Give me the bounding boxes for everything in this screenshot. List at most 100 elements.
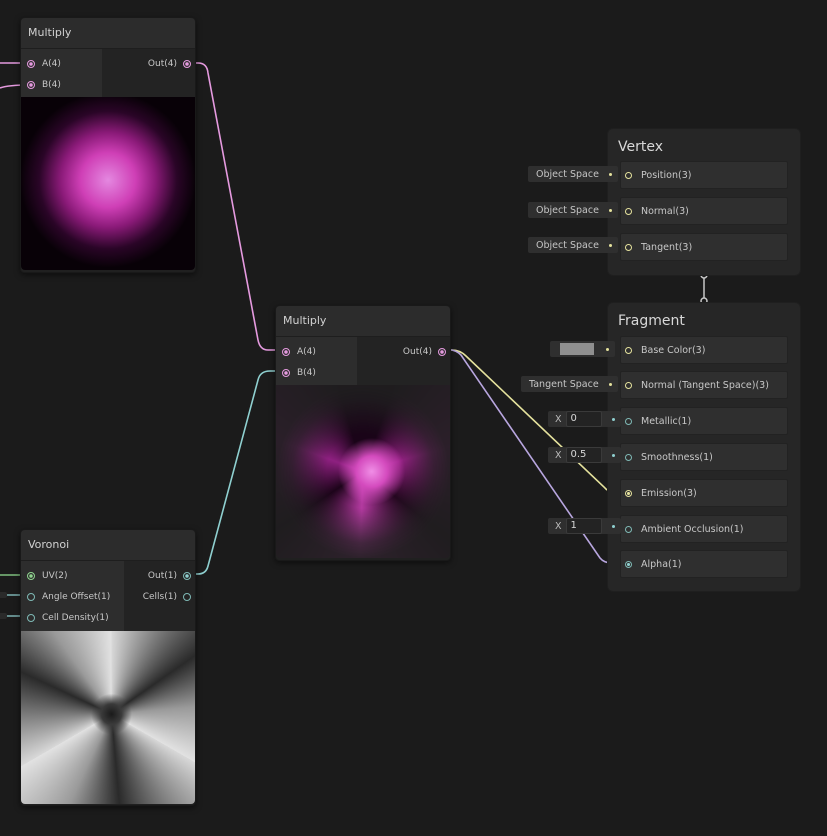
slot-label: Smoothness(1) (641, 451, 713, 463)
normal-space-input[interactable]: Object Space (528, 202, 618, 218)
space-dropdown-label[interactable]: Object Space (528, 169, 605, 180)
port-label: A(4) (297, 346, 316, 357)
pin-icon (608, 172, 612, 176)
slot-tangent[interactable]: Tangent(3) (620, 233, 788, 261)
ambient-occlusion-input[interactable]: X1 (548, 518, 621, 534)
multiply-node-center[interactable]: Multiply A(4) B(4) Out(4) (275, 305, 451, 561)
voronoi-angle-offset-inline-input[interactable] (0, 592, 7, 598)
slot-base-color[interactable]: Base Color(3) (620, 336, 788, 364)
port-dot-icon[interactable] (183, 571, 191, 580)
port-dot-icon[interactable] (27, 80, 35, 89)
slot-label: Position(3) (641, 169, 692, 181)
port-dot-icon[interactable] (27, 59, 35, 68)
normal-tangent-space-input[interactable]: Tangent Space (521, 376, 618, 392)
ambient-occlusion-value-field[interactable]: 1 (565, 518, 602, 534)
voronoi-cell-density-inline-input[interactable] (0, 613, 7, 619)
port-label: UV(2) (42, 570, 68, 581)
port-dot-icon[interactable] (625, 346, 632, 354)
voronoi-node[interactable]: Voronoi UV(2) Angle Offset(1) Cell Densi… (20, 529, 196, 806)
port-dot-icon[interactable] (625, 381, 632, 389)
node-title[interactable]: Multiply (276, 306, 450, 337)
pin-icon (611, 524, 615, 528)
input-port-b[interactable]: B(4) (276, 362, 357, 383)
axis-label: X (555, 413, 562, 425)
pin-icon (611, 453, 615, 457)
pin-icon (608, 208, 612, 212)
port-label: Out(1) (147, 570, 177, 581)
output-port-cells[interactable]: Cells(1) (124, 586, 195, 607)
tangent-space-input[interactable]: Object Space (528, 237, 618, 253)
pin-icon (608, 243, 612, 247)
port-dot-icon[interactable] (183, 592, 191, 601)
port-label: Cell Density(1) (42, 612, 109, 623)
output-port-out[interactable]: Out(4) (357, 341, 450, 362)
port-dot-icon[interactable] (625, 207, 632, 215)
port-dot-icon[interactable] (183, 59, 191, 68)
pin-icon (611, 417, 615, 421)
multiply-node-top[interactable]: Multiply A(4) B(4) Out(4) (20, 17, 196, 273)
slot-label: Emission(3) (641, 487, 697, 499)
slot-smoothness[interactable]: Smoothness(1) (620, 443, 788, 471)
smoothness-input[interactable]: X 0.5 (548, 447, 621, 463)
port-dot-icon[interactable] (282, 347, 290, 356)
input-port-angle-offset[interactable]: Angle Offset(1) (21, 586, 124, 607)
input-port-a[interactable]: A(4) (21, 53, 102, 74)
slot-label: Base Color(3) (641, 344, 706, 356)
port-label: A(4) (42, 58, 61, 69)
base-color-input[interactable] (550, 341, 615, 357)
output-port-out[interactable]: Out(4) (102, 53, 195, 74)
pin-icon (608, 382, 612, 386)
space-dropdown-label[interactable]: Object Space (528, 205, 605, 216)
slot-ambient-occlusion[interactable]: Ambient Occlusion(1) (620, 515, 788, 543)
port-dot-icon[interactable] (27, 592, 35, 601)
context-title: Vertex (618, 139, 664, 155)
slot-label: Normal(3) (641, 205, 689, 217)
context-title: Fragment (618, 313, 685, 329)
slot-normal-tangent-space[interactable]: Normal (Tangent Space)(3) (620, 371, 788, 399)
port-dot-icon[interactable] (625, 489, 632, 497)
slot-label: Normal (Tangent Space)(3) (641, 379, 769, 391)
slot-emission[interactable]: Emission(3) (620, 479, 788, 507)
slot-metallic[interactable]: Metallic(1) (620, 407, 788, 435)
input-port-a[interactable]: A(4) (276, 341, 357, 362)
position-space-input[interactable]: Object Space (528, 166, 618, 182)
node-title[interactable]: Voronoi (21, 530, 195, 561)
port-dot-icon[interactable] (27, 571, 35, 580)
fragment-context[interactable]: Fragment Base Color(3) Normal (Tangent S… (607, 302, 801, 592)
input-port-cell-density[interactable]: Cell Density(1) (21, 607, 124, 628)
smoothness-value-field[interactable]: 0.5 (565, 447, 602, 463)
port-dot-icon[interactable] (625, 417, 632, 425)
node-title[interactable]: Multiply (21, 18, 195, 49)
color-swatch[interactable] (560, 343, 594, 355)
space-dropdown-label[interactable]: Tangent Space (521, 379, 605, 390)
metallic-value-field[interactable]: 0 (565, 411, 602, 427)
port-dot-icon[interactable] (625, 243, 632, 251)
node-preview (21, 631, 195, 804)
input-port-b[interactable]: B(4) (21, 74, 102, 95)
port-label: B(4) (297, 367, 316, 378)
axis-label: X (555, 449, 562, 461)
metallic-input[interactable]: X0 (548, 411, 621, 427)
port-dot-icon[interactable] (625, 453, 632, 461)
port-dot-icon[interactable] (27, 613, 35, 622)
vertex-context[interactable]: Vertex Position(3) Normal(3) Tangent(3) (607, 128, 801, 276)
port-dot-icon[interactable] (282, 368, 290, 377)
wire-voronoi-to-center-b (184, 370, 285, 575)
node-preview (276, 385, 450, 558)
slot-position[interactable]: Position(3) (620, 161, 788, 189)
port-dot-icon[interactable] (625, 525, 632, 533)
space-dropdown-label[interactable]: Object Space (528, 240, 605, 251)
slot-alpha[interactable]: Alpha(1) (620, 550, 788, 578)
port-label: Cells(1) (142, 591, 177, 602)
port-label: Angle Offset(1) (42, 591, 111, 602)
port-label: Out(4) (402, 346, 432, 357)
slot-normal[interactable]: Normal(3) (620, 197, 788, 225)
port-label: B(4) (42, 79, 61, 90)
node-preview (21, 97, 195, 270)
port-dot-icon[interactable] (625, 171, 632, 179)
output-port-out[interactable]: Out(1) (124, 565, 195, 586)
port-dot-icon[interactable] (438, 347, 446, 356)
port-dot-icon[interactable] (625, 560, 632, 568)
pin-icon (606, 347, 609, 351)
input-port-uv[interactable]: UV(2) (21, 565, 124, 586)
